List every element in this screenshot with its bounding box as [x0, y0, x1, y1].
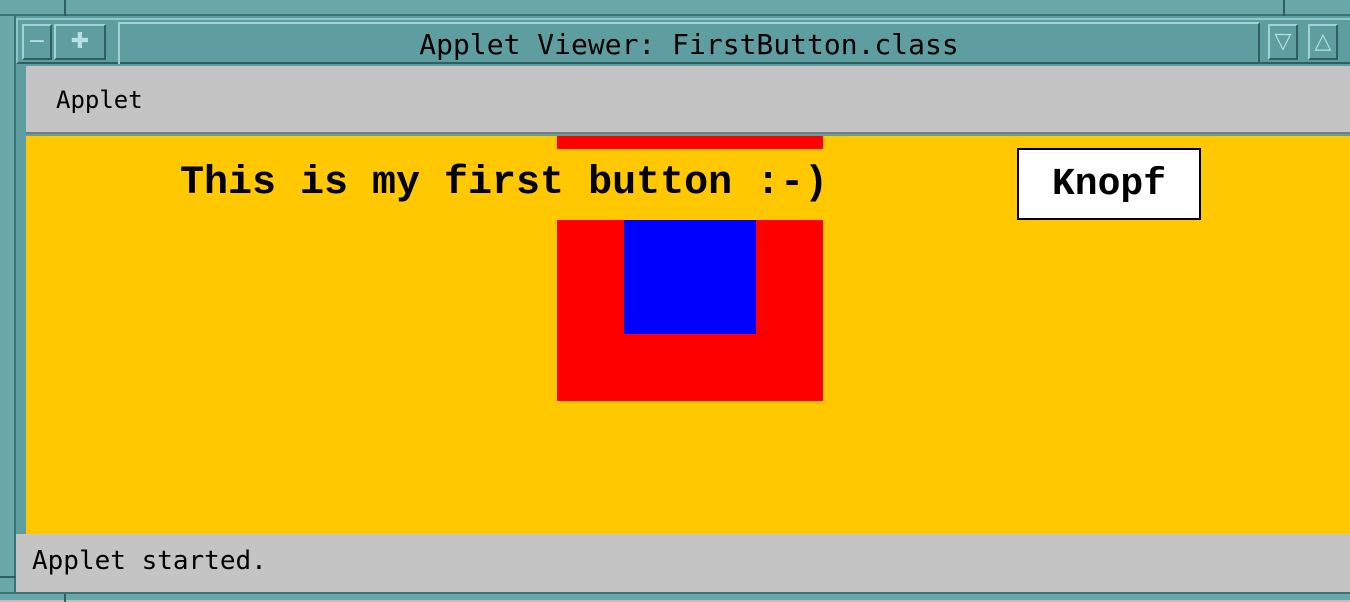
status-text: Applet started.: [32, 546, 267, 576]
applet-canvas: This is my first button :-) Knopf: [26, 136, 1350, 534]
status-bar: Applet started.: [16, 534, 1350, 592]
minus-icon: −: [27, 29, 47, 54]
menu-bar: Applet: [26, 66, 1350, 134]
window-menu-button[interactable]: −: [22, 24, 52, 60]
frame-resize-notch[interactable]: [64, 0, 66, 16]
blue-rectangle: [624, 220, 756, 334]
applet-label: This is my first button :-): [180, 160, 829, 206]
lower-window-button[interactable]: ▽: [1268, 24, 1298, 60]
triangle-up-icon: △: [1314, 29, 1332, 54]
menu-item-applet[interactable]: Applet: [54, 84, 145, 116]
frame-resize-notch[interactable]: [64, 594, 66, 602]
triangle-down-icon: ▽: [1274, 29, 1292, 54]
frame-resize-notch[interactable]: [1283, 0, 1285, 16]
applet-viewer-window: − ✚ Applet Viewer: FirstButton.class ▽ △…: [0, 0, 1350, 602]
window-frame-left[interactable]: [0, 16, 16, 600]
window-frame-top[interactable]: [0, 0, 1350, 16]
knopf-button[interactable]: Knopf: [1017, 148, 1201, 220]
window-frame-bottom[interactable]: [0, 592, 1350, 602]
frame-resize-notch[interactable]: [0, 576, 16, 578]
title-bar[interactable]: − ✚ Applet Viewer: FirstButton.class ▽ △: [16, 18, 1350, 64]
raise-window-button[interactable]: △: [1308, 24, 1338, 60]
plus-icon: ✚: [70, 29, 90, 54]
window-title: Applet Viewer: FirstButton.class: [118, 22, 1260, 64]
minimize-button[interactable]: ✚: [54, 24, 106, 60]
